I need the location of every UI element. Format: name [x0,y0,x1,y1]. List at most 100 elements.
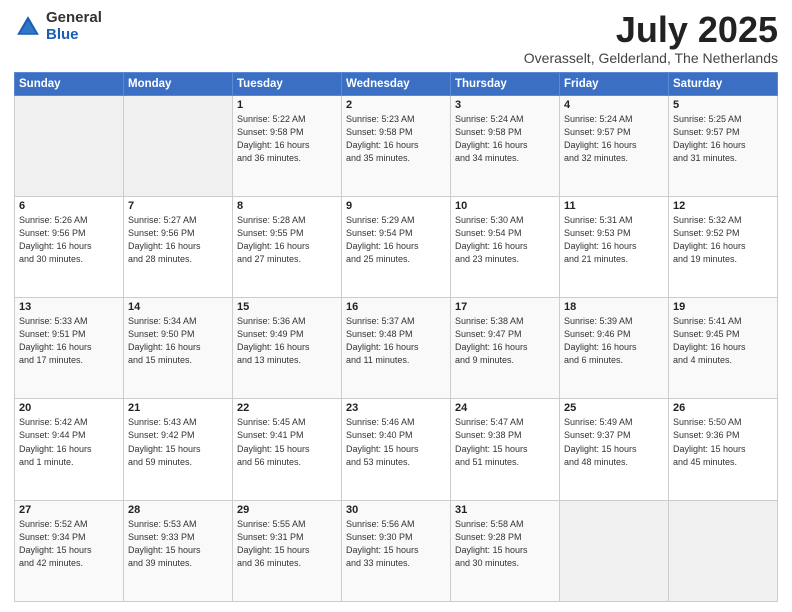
day-info: Sunrise: 5:37 AM Sunset: 9:48 PM Dayligh… [346,315,446,367]
weekday-header-row: SundayMondayTuesdayWednesdayThursdayFrid… [15,72,778,95]
calendar-cell: 15 Sunrise: 5:36 AM Sunset: 9:49 PM Dayli… [233,298,342,399]
calendar-cell: 16 Sunrise: 5:37 AM Sunset: 9:48 PM Dayli… [342,298,451,399]
day-number: 16 [346,301,446,313]
weekday-header-friday: Friday [560,72,669,95]
weekday-header-wednesday: Wednesday [342,72,451,95]
calendar-cell: 12 Sunrise: 5:32 AM Sunset: 9:52 PM Dayli… [669,196,778,297]
day-number: 21 [128,402,228,414]
day-info: Sunrise: 5:41 AM Sunset: 9:45 PM Dayligh… [673,315,773,367]
day-number: 14 [128,301,228,313]
calendar-cell: 13 Sunrise: 5:33 AM Sunset: 9:51 PM Dayli… [15,298,124,399]
calendar-week-row: 1Sunrise: 5:22 AM Sunset: 9:58 PM Daylig… [15,95,778,196]
calendar-cell: 26Sunrise: 5:50 AM Sunset: 9:36 PM Dayli… [669,399,778,500]
day-number: 25 [564,402,664,414]
day-number: 4 [564,99,664,111]
day-info: Sunrise: 5:36 AM Sunset: 9:49 PM Dayligh… [237,315,337,367]
day-info: Sunrise: 5:24 AM Sunset: 9:57 PM Dayligh… [564,113,664,165]
day-number: 10 [455,200,555,212]
calendar-cell: 29 Sunrise: 5:55 AM Sunset: 9:31 PM Dayli… [233,500,342,601]
day-info: Sunrise: 5:55 AM Sunset: 9:31 PM Dayligh… [237,518,337,570]
calendar-cell: 27 Sunrise: 5:52 AM Sunset: 9:34 PM Dayli… [15,500,124,601]
day-info: Sunrise: 5:58 AM Sunset: 9:28 PM Dayligh… [455,518,555,570]
day-info: Sunrise: 5:50 AM Sunset: 9:36 PM Dayligh… [673,416,773,468]
calendar-cell: 19 Sunrise: 5:41 AM Sunset: 9:45 PM Dayli… [669,298,778,399]
day-number: 8 [237,200,337,212]
day-number: 5 [673,99,773,111]
weekday-header-saturday: Saturday [669,72,778,95]
day-info: Sunrise: 5:24 AM Sunset: 9:58 PM Dayligh… [455,113,555,165]
header: General Blue July 2025 Overasselt, Gelde… [14,10,778,66]
calendar-cell: 31 Sunrise: 5:58 AM Sunset: 9:28 PM Dayli… [451,500,560,601]
day-number: 17 [455,301,555,313]
day-number: 13 [19,301,119,313]
day-number: 11 [564,200,664,212]
calendar-cell: 20Sunrise: 5:42 AM Sunset: 9:44 PM Dayli… [15,399,124,500]
day-info: Sunrise: 5:31 AM Sunset: 9:53 PM Dayligh… [564,214,664,266]
weekday-header-thursday: Thursday [451,72,560,95]
calendar-week-row: 6 Sunrise: 5:26 AM Sunset: 9:56 PM Daylig… [15,196,778,297]
calendar-cell [15,95,124,196]
day-info: Sunrise: 5:52 AM Sunset: 9:34 PM Dayligh… [19,518,119,570]
calendar-cell: 3 Sunrise: 5:24 AM Sunset: 9:58 PM Daylig… [451,95,560,196]
logo: General Blue [14,10,102,43]
day-number: 12 [673,200,773,212]
day-number: 23 [346,402,446,414]
day-number: 29 [237,504,337,516]
day-number: 27 [19,504,119,516]
day-number: 20 [19,402,119,414]
day-info: Sunrise: 5:47 AM Sunset: 9:38 PM Dayligh… [455,416,555,468]
calendar-week-row: 13 Sunrise: 5:33 AM Sunset: 9:51 PM Dayli… [15,298,778,399]
title-block: July 2025 Overasselt, Gelderland, The Ne… [524,10,778,66]
weekday-header-tuesday: Tuesday [233,72,342,95]
day-info: Sunrise: 5:26 AM Sunset: 9:56 PM Dayligh… [19,214,119,266]
calendar-cell [560,500,669,601]
calendar-cell: 17 Sunrise: 5:38 AM Sunset: 9:47 PM Dayli… [451,298,560,399]
month-title: July 2025 [524,10,778,50]
day-info: Sunrise: 5:28 AM Sunset: 9:55 PM Dayligh… [237,214,337,266]
day-info: Sunrise: 5:49 AM Sunset: 9:37 PM Dayligh… [564,416,664,468]
calendar-cell: 30Sunrise: 5:56 AM Sunset: 9:30 PM Dayli… [342,500,451,601]
calendar-cell: 6 Sunrise: 5:26 AM Sunset: 9:56 PM Daylig… [15,196,124,297]
day-number: 2 [346,99,446,111]
calendar-cell [124,95,233,196]
day-number: 9 [346,200,446,212]
day-number: 28 [128,504,228,516]
calendar-cell: 8 Sunrise: 5:28 AM Sunset: 9:55 PM Daylig… [233,196,342,297]
day-number: 15 [237,301,337,313]
day-number: 19 [673,301,773,313]
day-number: 31 [455,504,555,516]
calendar-cell: 22Sunrise: 5:45 AM Sunset: 9:41 PM Dayli… [233,399,342,500]
day-info: Sunrise: 5:32 AM Sunset: 9:52 PM Dayligh… [673,214,773,266]
calendar-cell: 18Sunrise: 5:39 AM Sunset: 9:46 PM Dayli… [560,298,669,399]
day-number: 6 [19,200,119,212]
weekday-header-monday: Monday [124,72,233,95]
logo-general-text: General [46,10,102,27]
day-number: 3 [455,99,555,111]
logo-text: General Blue [46,10,102,43]
weekday-header-sunday: Sunday [15,72,124,95]
calendar-cell: 11 Sunrise: 5:31 AM Sunset: 9:53 PM Dayli… [560,196,669,297]
day-number: 18 [564,301,664,313]
location-subtitle: Overasselt, Gelderland, The Netherlands [524,50,778,66]
page: General Blue July 2025 Overasselt, Gelde… [0,0,792,612]
day-info: Sunrise: 5:33 AM Sunset: 9:51 PM Dayligh… [19,315,119,367]
calendar-cell: 14Sunrise: 5:34 AM Sunset: 9:50 PM Dayli… [124,298,233,399]
day-info: Sunrise: 5:45 AM Sunset: 9:41 PM Dayligh… [237,416,337,468]
calendar-cell: 9Sunrise: 5:29 AM Sunset: 9:54 PM Daylig… [342,196,451,297]
calendar-cell [669,500,778,601]
calendar-cell: 24Sunrise: 5:47 AM Sunset: 9:38 PM Dayli… [451,399,560,500]
calendar-cell: 2Sunrise: 5:23 AM Sunset: 9:58 PM Daylig… [342,95,451,196]
day-number: 7 [128,200,228,212]
calendar-cell: 25 Sunrise: 5:49 AM Sunset: 9:37 PM Dayli… [560,399,669,500]
calendar-cell: 4 Sunrise: 5:24 AM Sunset: 9:57 PM Daylig… [560,95,669,196]
calendar-cell: 10Sunrise: 5:30 AM Sunset: 9:54 PM Dayli… [451,196,560,297]
day-info: Sunrise: 5:53 AM Sunset: 9:33 PM Dayligh… [128,518,228,570]
calendar-cell: 1Sunrise: 5:22 AM Sunset: 9:58 PM Daylig… [233,95,342,196]
calendar-week-row: 27 Sunrise: 5:52 AM Sunset: 9:34 PM Dayli… [15,500,778,601]
day-info: Sunrise: 5:38 AM Sunset: 9:47 PM Dayligh… [455,315,555,367]
day-info: Sunrise: 5:56 AM Sunset: 9:30 PM Dayligh… [346,518,446,570]
day-info: Sunrise: 5:25 AM Sunset: 9:57 PM Dayligh… [673,113,773,165]
day-info: Sunrise: 5:46 AM Sunset: 9:40 PM Dayligh… [346,416,446,468]
calendar-cell: 7Sunrise: 5:27 AM Sunset: 9:56 PM Daylig… [124,196,233,297]
day-number: 1 [237,99,337,111]
